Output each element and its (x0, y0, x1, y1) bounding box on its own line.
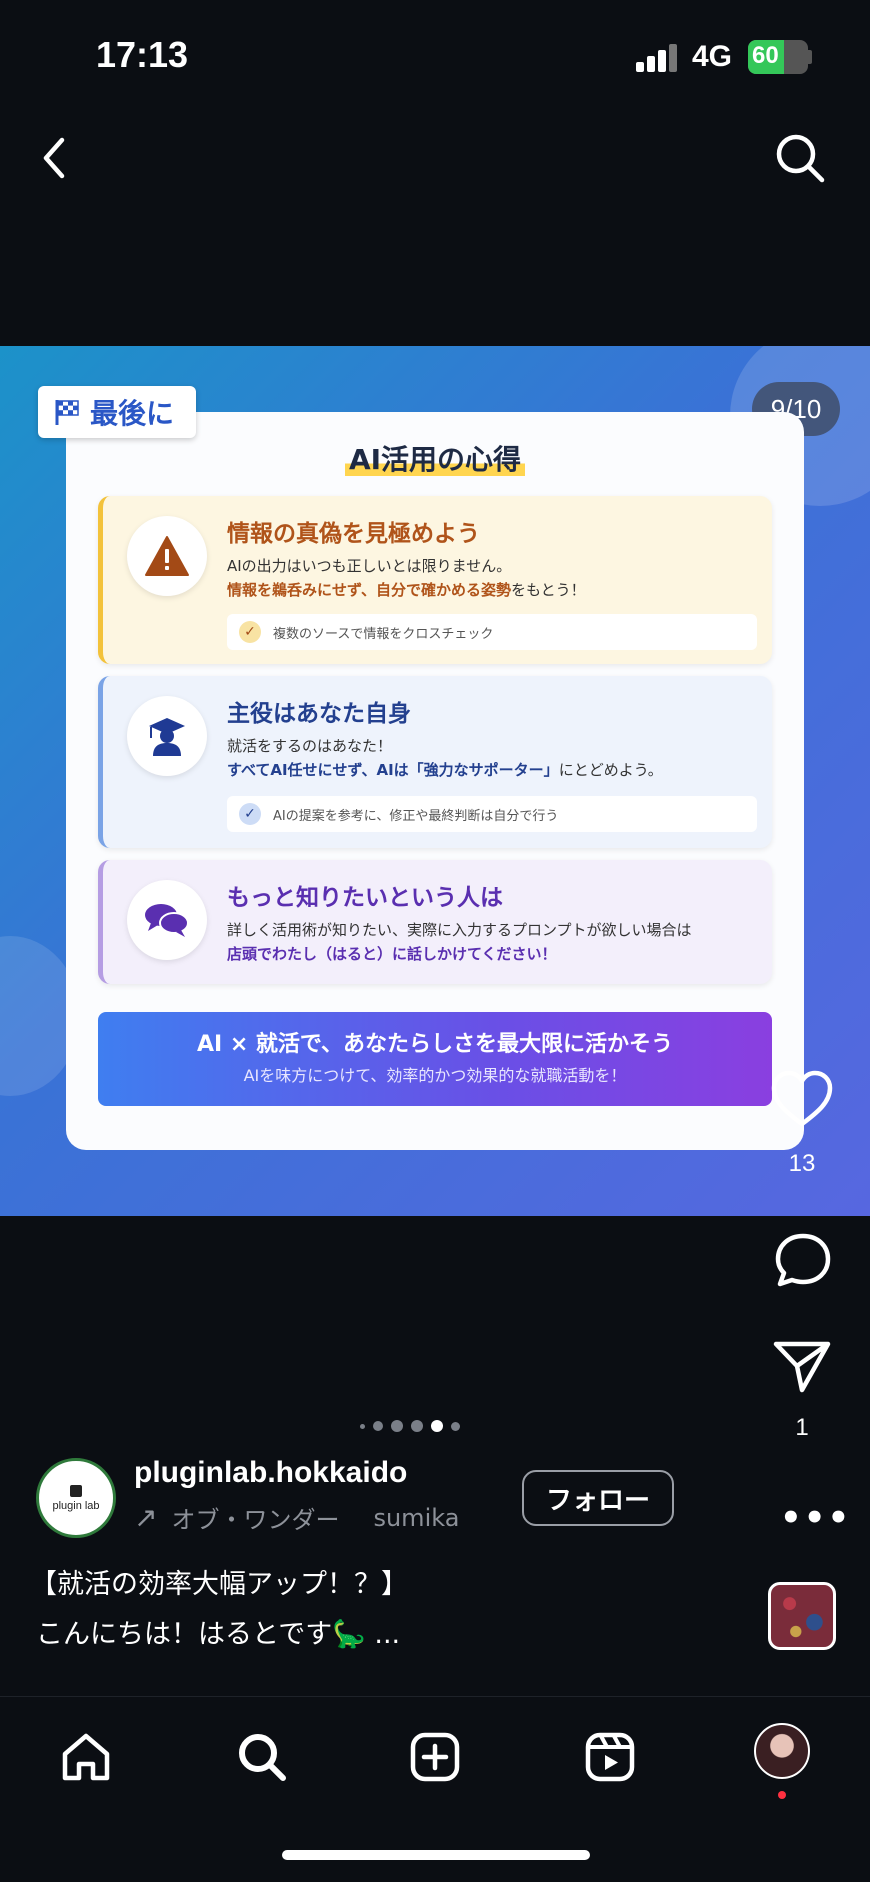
tip-title: 情報の真偽を見極めよう (227, 521, 480, 547)
trending-arrow-icon: ↗ (134, 1501, 158, 1534)
music-artist: sumika (373, 1503, 460, 1532)
carousel-dot-active (431, 1420, 443, 1432)
check-icon: ✓ (239, 621, 261, 643)
like-heart-icon[interactable] (770, 1070, 834, 1128)
carousel-dot (451, 1421, 460, 1431)
battery-cap (808, 50, 812, 64)
tip-checkpoint: ✓ 複数のソースで情報をクロスチェック (227, 614, 757, 650)
banner-title: AI × 就活で、あなたらしさを最大限に活かそう (196, 1032, 674, 1057)
network-type: 4G (692, 40, 733, 73)
tip-item-learn-more: もっと知りたいという人は 詳しく活用術が知りたい、実際に入力するプロンプトが欲し… (98, 860, 772, 984)
audio-track[interactable]: ↗ オブ・ワンダー sumika (134, 1500, 459, 1535)
avatar-logo-text: plugin lab (52, 1499, 100, 1512)
add-post-icon (410, 1732, 460, 1782)
signal-strength-icon (636, 44, 680, 72)
card-title: AI活用の心得 (66, 438, 804, 478)
music-album-thumb[interactable] (768, 1582, 836, 1650)
tip-item-verify: 情報の真偽を見極めよう AIの出力はいつも正しいとは限りません。 情報を鵜呑みに… (98, 496, 772, 664)
caption-line[interactable]: 【就活の効率大幅アップ！？】 (30, 1562, 408, 1601)
tip-title: 主役はあなた自身 (227, 701, 411, 727)
home-icon (62, 1733, 110, 1781)
share-send-icon[interactable] (772, 1338, 832, 1394)
tag-label: 最後に (90, 397, 175, 430)
caption-line[interactable]: こんにちは！はるとです🦕 ... (36, 1612, 400, 1651)
post-image[interactable]: 最後に 9/10 AI活用の心得 情報の真偽を見極めよう AIの出力はいつも正し… (0, 346, 870, 1216)
follow-button[interactable]: フォロー (522, 1470, 674, 1526)
tip-item-yourself: 主役はあなた自身 就活をするのはあなた！ すべてAI任せにせず、AIは「強力なサ… (98, 676, 772, 848)
tip-checkpoint: ✓ AIの提案を参考に、修正や最終判断は自分で行う (227, 796, 757, 832)
summary-banner: AI × 就活で、あなたらしさを最大限に活かそう AIを味方につけて、効率的かつ… (98, 1012, 772, 1106)
chat-bubbles-icon (127, 880, 207, 960)
content-card: AI活用の心得 情報の真偽を見極めよう AIの出力はいつも正しいとは限りません。… (66, 412, 804, 1150)
author-avatar[interactable]: plugin lab (36, 1458, 116, 1538)
carousel-dot (391, 1420, 403, 1432)
share-count: 1 (795, 1414, 809, 1441)
graduate-icon (127, 696, 207, 776)
search-icon[interactable] (772, 130, 828, 186)
music-title: オブ・ワンダー (171, 1506, 340, 1534)
carousel-dots (360, 1416, 460, 1436)
comment-icon[interactable] (774, 1232, 832, 1288)
battery-icon: 60 (748, 40, 808, 74)
tip-title: もっと知りたいという人は (227, 885, 503, 911)
back-chevron-icon[interactable] (36, 134, 72, 182)
tip-body: 詳しく活用術が知りたい、実際に入力するプロンプトが欲しい場合は 店頭でわたし（は… (227, 921, 692, 963)
author-username[interactable]: pluginlab.hokkaido (134, 1456, 407, 1490)
carousel-dot (373, 1421, 383, 1431)
banner-subtitle: AIを味方につけて、効率的かつ効果的な就職活動を！ (243, 1066, 627, 1085)
nav-search[interactable] (232, 1727, 292, 1787)
logo-mark (70, 1484, 82, 1497)
more-options-icon[interactable]: ••• (780, 1498, 851, 1538)
reels-icon (585, 1732, 635, 1782)
checkered-flag-icon (55, 400, 79, 425)
carousel-dot (411, 1420, 423, 1432)
warning-icon (127, 516, 207, 596)
notification-dot (778, 1791, 786, 1799)
like-count: 13 (788, 1150, 816, 1177)
section-tag: 最後に (38, 386, 196, 438)
check-icon: ✓ (239, 803, 261, 825)
search-icon (239, 1734, 286, 1781)
carousel-dot (360, 1423, 365, 1429)
home-indicator[interactable] (282, 1850, 590, 1860)
battery-level: 60 (752, 42, 779, 69)
nav-home[interactable] (56, 1727, 116, 1787)
nav-reels[interactable] (580, 1727, 640, 1787)
nav-create[interactable] (405, 1727, 465, 1787)
nav-profile-avatar[interactable] (754, 1723, 810, 1779)
tip-body: 就活をするのはあなた！ すべてAI任せにせず、AIは「強力なサポーター」にとどめ… (227, 737, 663, 779)
status-time: 17:13 (96, 34, 189, 75)
tip-body: AIの出力はいつも正しいとは限りません。 情報を鵜呑みにせず、自分で確かめる姿勢… (227, 557, 586, 599)
